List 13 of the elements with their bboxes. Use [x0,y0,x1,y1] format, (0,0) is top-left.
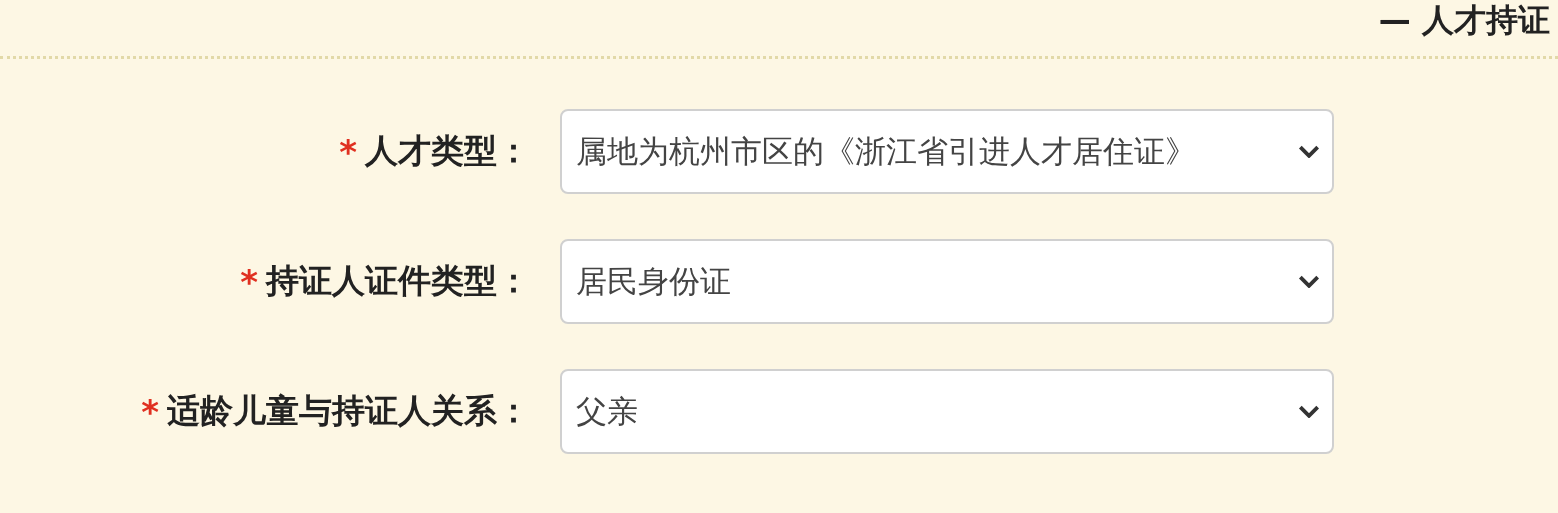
field-label: 人才类型： [365,130,530,172]
required-mark: * [141,394,159,429]
chevron-down-icon [1298,275,1320,288]
field-label: 适龄儿童与持证人关系： [167,390,530,432]
chevron-down-icon [1298,405,1320,418]
dropdown-field[interactable]: 属地为杭州市区的《浙江省引进人才居住证》 [560,109,1334,194]
dropdown-field[interactable]: 父亲 [560,369,1334,454]
dropdown-field[interactable]: 居民身份证 [560,239,1334,324]
chevron-down-icon [1298,145,1320,158]
section-title: — 人才持证 [1378,0,1550,40]
field-label: 持证人证件类型： [266,260,530,302]
required-mark: * [240,264,258,299]
required-mark: * [339,134,357,169]
